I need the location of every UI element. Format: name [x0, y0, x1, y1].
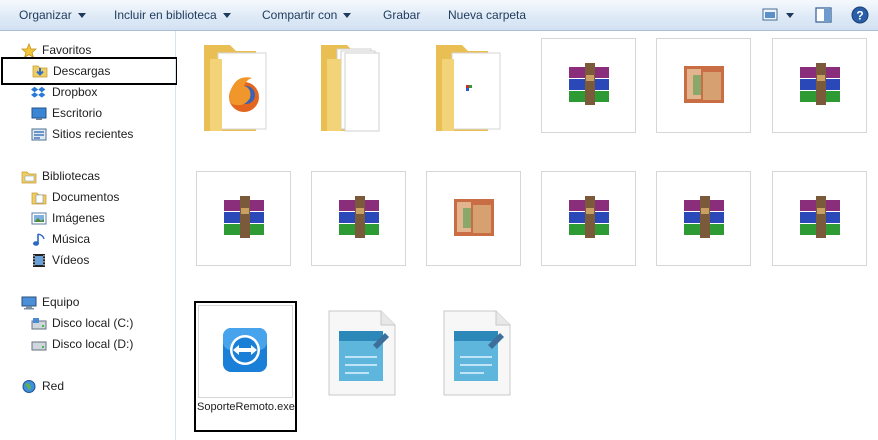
archive-thumbnail[interactable]	[196, 171, 291, 266]
preview-pane-icon[interactable]	[815, 7, 833, 27]
navigation-pane: Favoritos Descargas Dropbox Escritorio S…	[0, 31, 178, 440]
nav-dropbox-label: Dropbox	[52, 85, 98, 99]
winrar-archive-icon	[224, 196, 264, 238]
notepad-document-icon	[328, 310, 396, 396]
computer-icon	[21, 295, 37, 310]
nav-network[interactable]: Red	[0, 376, 176, 397]
documents-icon	[31, 190, 47, 205]
nav-disk-d[interactable]: Disco local (D:)	[0, 334, 176, 355]
nav-documents-label: Documentos	[52, 190, 120, 204]
file-thumbnail	[198, 305, 293, 398]
nav-network-label: Red	[42, 379, 65, 393]
include-library-label: Incluir en biblioteca	[114, 8, 217, 22]
nav-computer[interactable]: Equipo	[0, 292, 176, 313]
notepad-document-icon	[443, 310, 511, 396]
archive-thumbnail[interactable]	[541, 38, 636, 133]
photo-collage-icon	[454, 199, 494, 236]
nav-libraries-label: Bibliotecas	[42, 169, 101, 183]
winrar-archive-icon	[684, 196, 724, 238]
folder-with-document-icon	[436, 45, 501, 131]
music-note-icon	[31, 232, 47, 247]
folder-item-firefox[interactable]	[196, 37, 292, 133]
organize-button[interactable]: Organizar	[19, 0, 86, 31]
film-icon	[31, 253, 47, 268]
burn-button[interactable]: Grabar	[383, 0, 420, 31]
nav-videos[interactable]: Vídeos	[0, 250, 176, 271]
winrar-archive-icon	[569, 196, 609, 238]
nav-desktop-label: Escritorio	[52, 106, 103, 120]
share-with-label: Compartir con	[262, 8, 338, 22]
text-file-item[interactable]	[430, 305, 526, 401]
nav-documents[interactable]: Documentos	[0, 187, 176, 208]
libraries-icon	[21, 169, 37, 184]
nav-dropbox[interactable]: Dropbox	[0, 82, 176, 103]
star-icon	[20, 42, 38, 59]
dropbox-icon	[31, 85, 47, 100]
archive-thumbnail[interactable]	[311, 171, 406, 266]
share-with-button[interactable]: Compartir con	[262, 0, 352, 31]
file-name: SoporteRemoto.exe	[197, 401, 295, 413]
include-library-button[interactable]: Incluir en biblioteca	[114, 0, 231, 31]
hard-disk-icon	[31, 337, 47, 352]
winrar-archive-icon	[800, 196, 840, 238]
nav-music-label: Música	[52, 232, 91, 246]
chevron-down-icon	[222, 13, 231, 19]
winrar-archive-icon	[569, 63, 609, 105]
photo-collage-icon	[684, 66, 724, 103]
chevron-down-icon	[343, 13, 352, 19]
nav-music[interactable]: Música	[0, 229, 176, 250]
nav-computer-label: Equipo	[42, 295, 80, 309]
hard-disk-icon	[31, 316, 47, 331]
folder-item-generic[interactable]	[428, 37, 524, 133]
image-thumbnail[interactable]	[426, 171, 521, 266]
recent-places-icon	[31, 127, 47, 142]
nav-videos-label: Vídeos	[52, 253, 90, 267]
new-folder-button[interactable]: Nueva carpeta	[448, 0, 526, 31]
new-folder-label: Nueva carpeta	[448, 8, 527, 22]
archive-thumbnail[interactable]	[541, 171, 636, 266]
winrar-archive-icon	[339, 196, 379, 238]
nav-images[interactable]: Imágenes	[0, 208, 176, 229]
winrar-archive-icon	[800, 63, 840, 105]
text-file-item[interactable]	[315, 305, 411, 401]
organize-label: Organizar	[19, 8, 72, 22]
folder-with-firefox-icon	[204, 45, 267, 131]
archive-thumbnail[interactable]	[772, 38, 867, 133]
images-icon	[31, 211, 47, 226]
nav-libraries[interactable]: Bibliotecas	[0, 166, 176, 187]
archive-thumbnail[interactable]	[772, 171, 867, 266]
nav-disk-c[interactable]: Disco local (C:)	[0, 313, 176, 334]
desktop-icon	[31, 106, 47, 121]
burn-label: Grabar	[383, 8, 421, 22]
view-options-icon[interactable]	[762, 7, 796, 26]
help-icon[interactable]: ?	[851, 6, 869, 27]
archive-thumbnail[interactable]	[656, 171, 751, 266]
downloads-folder-icon	[32, 63, 48, 78]
folder-with-papers-icon	[321, 45, 380, 132]
nav-recent-places-label: Sitios recientes	[52, 127, 134, 141]
image-thumbnail[interactable]	[656, 38, 751, 133]
command-bar: Organizar Incluir en biblioteca Comparti…	[0, 0, 878, 31]
nav-disk-c-label: Disco local (C:)	[52, 316, 134, 330]
teamviewer-icon	[223, 328, 267, 372]
file-item-soporte-remoto[interactable]: SoporteRemoto.exe	[194, 301, 297, 432]
network-globe-icon	[21, 379, 37, 394]
nav-recent-places[interactable]: Sitios recientes	[0, 124, 176, 145]
nav-images-label: Imágenes	[52, 211, 105, 225]
nav-disk-d-label: Disco local (D:)	[52, 337, 134, 351]
file-view: SoporteRemoto.exe	[177, 31, 878, 440]
folder-item-documents[interactable]	[313, 37, 409, 133]
nav-desktop[interactable]: Escritorio	[0, 103, 176, 124]
nav-downloads[interactable]: Descargas	[1, 57, 178, 85]
chevron-down-icon	[77, 13, 86, 19]
svg-text:?: ?	[856, 9, 863, 23]
nav-downloads-label: Descargas	[53, 64, 111, 78]
